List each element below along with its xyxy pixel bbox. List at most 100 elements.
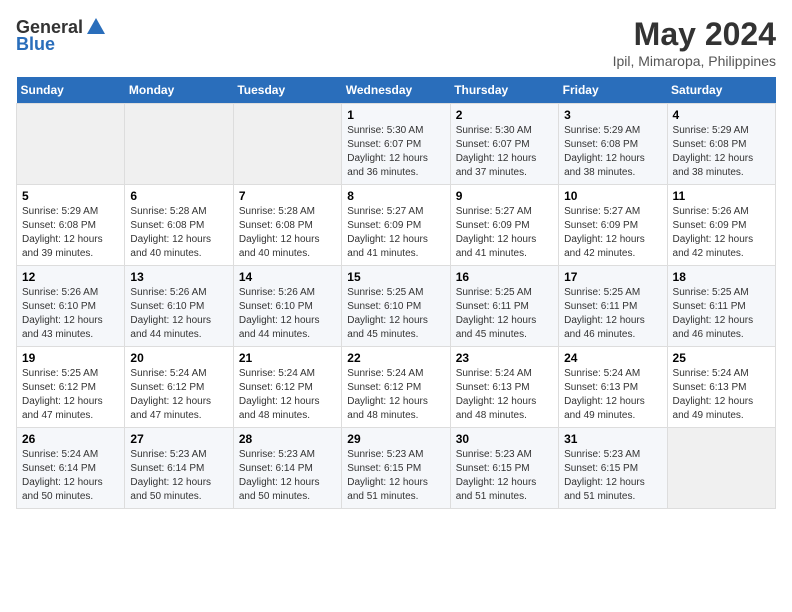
calendar-week-row: 1 Sunrise: 5:30 AM Sunset: 6:07 PM Daylig…	[17, 104, 776, 185]
day-info: Sunrise: 5:25 AM Sunset: 6:11 PM Dayligh…	[673, 286, 770, 342]
day-number: 31	[564, 432, 661, 446]
day-number: 28	[239, 432, 336, 446]
calendar-cell: 22 Sunrise: 5:24 AM Sunset: 6:12 PM Dayli…	[342, 347, 450, 428]
day-number: 19	[22, 351, 119, 365]
day-number: 29	[347, 432, 444, 446]
day-number: 22	[347, 351, 444, 365]
day-number: 13	[130, 270, 227, 284]
day-info: Sunrise: 5:28 AM Sunset: 6:08 PM Dayligh…	[239, 205, 336, 261]
col-tuesday: Tuesday	[233, 77, 341, 104]
day-number: 1	[347, 108, 444, 122]
day-info: Sunrise: 5:24 AM Sunset: 6:12 PM Dayligh…	[130, 367, 227, 423]
day-info: Sunrise: 5:25 AM Sunset: 6:10 PM Dayligh…	[347, 286, 444, 342]
day-info: Sunrise: 5:26 AM Sunset: 6:10 PM Dayligh…	[239, 286, 336, 342]
calendar-cell	[125, 104, 233, 185]
day-number: 17	[564, 270, 661, 284]
day-number: 25	[673, 351, 770, 365]
day-info: Sunrise: 5:26 AM Sunset: 6:09 PM Dayligh…	[673, 205, 770, 261]
calendar-cell: 15 Sunrise: 5:25 AM Sunset: 6:10 PM Dayli…	[342, 266, 450, 347]
day-info: Sunrise: 5:30 AM Sunset: 6:07 PM Dayligh…	[456, 124, 553, 180]
calendar-cell: 20 Sunrise: 5:24 AM Sunset: 6:12 PM Dayli…	[125, 347, 233, 428]
day-number: 4	[673, 108, 770, 122]
calendar-cell: 17 Sunrise: 5:25 AM Sunset: 6:11 PM Dayli…	[559, 266, 667, 347]
day-number: 2	[456, 108, 553, 122]
day-number: 7	[239, 189, 336, 203]
calendar-cell: 9 Sunrise: 5:27 AM Sunset: 6:09 PM Daylig…	[450, 185, 558, 266]
calendar-cell: 4 Sunrise: 5:29 AM Sunset: 6:08 PM Daylig…	[667, 104, 775, 185]
day-info: Sunrise: 5:27 AM Sunset: 6:09 PM Dayligh…	[347, 205, 444, 261]
calendar-week-row: 26Sunrise: 5:24 AM Sunset: 6:14 PM Dayli…	[17, 428, 776, 509]
calendar-cell: 13 Sunrise: 5:26 AM Sunset: 6:10 PM Dayli…	[125, 266, 233, 347]
day-info: Sunrise: 5:23 AM Sunset: 6:15 PM Dayligh…	[564, 448, 661, 504]
day-info: Sunrise: 5:30 AM Sunset: 6:07 PM Dayligh…	[347, 124, 444, 180]
day-info: Sunrise: 5:25 AM Sunset: 6:11 PM Dayligh…	[456, 286, 553, 342]
calendar-table: Sunday Monday Tuesday Wednesday Thursday…	[16, 77, 776, 509]
day-number: 27	[130, 432, 227, 446]
day-number: 14	[239, 270, 336, 284]
calendar-cell	[17, 104, 125, 185]
day-info: Sunrise: 5:23 AM Sunset: 6:14 PM Dayligh…	[130, 448, 227, 504]
calendar-cell: 25 Sunrise: 5:24 AM Sunset: 6:13 PM Dayli…	[667, 347, 775, 428]
calendar-cell: 3 Sunrise: 5:29 AM Sunset: 6:08 PM Daylig…	[559, 104, 667, 185]
day-info: Sunrise: 5:24 AM Sunset: 6:12 PM Dayligh…	[347, 367, 444, 423]
day-info: Sunrise: 5:24 AM Sunset: 6:13 PM Dayligh…	[673, 367, 770, 423]
day-info: Sunrise: 5:29 AM Sunset: 6:08 PM Dayligh…	[673, 124, 770, 180]
calendar-header-row: Sunday Monday Tuesday Wednesday Thursday…	[17, 77, 776, 104]
day-number: 11	[673, 189, 770, 203]
col-saturday: Saturday	[667, 77, 775, 104]
calendar-cell: 16Sunrise: 5:25 AM Sunset: 6:11 PM Dayli…	[450, 266, 558, 347]
calendar-cell: 31 Sunrise: 5:23 AM Sunset: 6:15 PM Dayli…	[559, 428, 667, 509]
calendar-cell: 5Sunrise: 5:29 AM Sunset: 6:08 PM Daylig…	[17, 185, 125, 266]
day-number: 12	[22, 270, 119, 284]
calendar-week-row: 5Sunrise: 5:29 AM Sunset: 6:08 PM Daylig…	[17, 185, 776, 266]
calendar-cell: 11 Sunrise: 5:26 AM Sunset: 6:09 PM Dayli…	[667, 185, 775, 266]
day-number: 18	[673, 270, 770, 284]
col-wednesday: Wednesday	[342, 77, 450, 104]
day-number: 6	[130, 189, 227, 203]
calendar-cell: 24Sunrise: 5:24 AM Sunset: 6:13 PM Dayli…	[559, 347, 667, 428]
day-info: Sunrise: 5:27 AM Sunset: 6:09 PM Dayligh…	[564, 205, 661, 261]
day-number: 8	[347, 189, 444, 203]
day-number: 9	[456, 189, 553, 203]
day-number: 23	[456, 351, 553, 365]
day-number: 21	[239, 351, 336, 365]
day-info: Sunrise: 5:26 AM Sunset: 6:10 PM Dayligh…	[22, 286, 119, 342]
col-monday: Monday	[125, 77, 233, 104]
day-number: 30	[456, 432, 553, 446]
calendar-cell: 29 Sunrise: 5:23 AM Sunset: 6:15 PM Dayli…	[342, 428, 450, 509]
day-number: 24	[564, 351, 661, 365]
day-info: Sunrise: 5:23 AM Sunset: 6:14 PM Dayligh…	[239, 448, 336, 504]
calendar-subtitle: Ipil, Mimaropa, Philippines	[613, 53, 776, 69]
page-header: General Blue May 2024 Ipil, Mimaropa, Ph…	[16, 16, 776, 69]
day-info: Sunrise: 5:23 AM Sunset: 6:15 PM Dayligh…	[347, 448, 444, 504]
day-number: 10	[564, 189, 661, 203]
calendar-cell: 27 Sunrise: 5:23 AM Sunset: 6:14 PM Dayli…	[125, 428, 233, 509]
calendar-title: May 2024	[613, 16, 776, 53]
calendar-cell: 12 Sunrise: 5:26 AM Sunset: 6:10 PM Dayli…	[17, 266, 125, 347]
day-info: Sunrise: 5:24 AM Sunset: 6:13 PM Dayligh…	[456, 367, 553, 423]
day-info: Sunrise: 5:26 AM Sunset: 6:10 PM Dayligh…	[130, 286, 227, 342]
day-info: Sunrise: 5:24 AM Sunset: 6:14 PM Dayligh…	[22, 448, 119, 504]
calendar-cell: 10 Sunrise: 5:27 AM Sunset: 6:09 PM Dayli…	[559, 185, 667, 266]
day-info: Sunrise: 5:29 AM Sunset: 6:08 PM Dayligh…	[564, 124, 661, 180]
calendar-cell: 1 Sunrise: 5:30 AM Sunset: 6:07 PM Daylig…	[342, 104, 450, 185]
calendar-cell: 2 Sunrise: 5:30 AM Sunset: 6:07 PM Daylig…	[450, 104, 558, 185]
logo-blue-text: Blue	[16, 34, 55, 55]
col-sunday: Sunday	[17, 77, 125, 104]
calendar-cell: 6Sunrise: 5:28 AM Sunset: 6:08 PM Daylig…	[125, 185, 233, 266]
logo-icon	[85, 16, 107, 38]
col-friday: Friday	[559, 77, 667, 104]
day-number: 15	[347, 270, 444, 284]
day-number: 3	[564, 108, 661, 122]
day-info: Sunrise: 5:27 AM Sunset: 6:09 PM Dayligh…	[456, 205, 553, 261]
calendar-cell: 19Sunrise: 5:25 AM Sunset: 6:12 PM Dayli…	[17, 347, 125, 428]
calendar-week-row: 12 Sunrise: 5:26 AM Sunset: 6:10 PM Dayli…	[17, 266, 776, 347]
calendar-cell: 18 Sunrise: 5:25 AM Sunset: 6:11 PM Dayli…	[667, 266, 775, 347]
calendar-cell	[233, 104, 341, 185]
calendar-cell: 7 Sunrise: 5:28 AM Sunset: 6:08 PM Daylig…	[233, 185, 341, 266]
day-info: Sunrise: 5:23 AM Sunset: 6:15 PM Dayligh…	[456, 448, 553, 504]
day-info: Sunrise: 5:25 AM Sunset: 6:11 PM Dayligh…	[564, 286, 661, 342]
day-number: 5	[22, 189, 119, 203]
day-number: 20	[130, 351, 227, 365]
calendar-cell: 26Sunrise: 5:24 AM Sunset: 6:14 PM Dayli…	[17, 428, 125, 509]
